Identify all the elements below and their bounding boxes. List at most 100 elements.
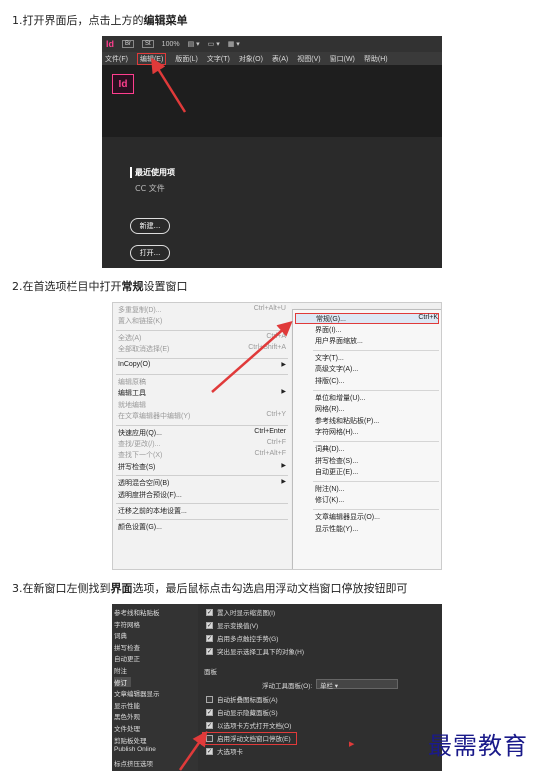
bridge-button[interactable]: Br — [122, 40, 134, 48]
preferences-menu-item[interactable]: 附注(N)... — [315, 484, 440, 495]
menu-object[interactable]: 对象(O) — [239, 54, 263, 64]
preferences-sidebar-item[interactable]: 黑色外观 — [114, 711, 140, 721]
checkbox-icon[interactable]: ✓ — [206, 647, 213, 655]
preferences-interface-screenshot: 参考线和粘贴板 字符网格 词典拼写检查 自动更正附注 修订 文章编辑器显示 显示性能 黑色外观… — [112, 604, 442, 771]
preferences-menu-item[interactable]: 拼写检查(S)... — [315, 456, 440, 467]
menu-type[interactable]: 文字(T) — [207, 54, 230, 64]
interface-option-checkbox[interactable]: ✓ 置入时显示缩览图(I) — [206, 607, 275, 617]
indesign-home-screenshot: Id Br St 100% ▤ ▾ ▭ ▾ ▦ ▾ 文件(F) 编辑(E) 版面… — [102, 36, 442, 268]
menu-window[interactable]: 窗口(W) — [330, 54, 355, 64]
preferences-menu-item[interactable]: 用户界面缩放... — [315, 336, 440, 347]
preferences-sidebar-item[interactable]: 剪贴板处理 — [114, 735, 147, 745]
preferences-menu-item[interactable]: 自动更正(E)... — [315, 467, 440, 478]
preferences-sidebar-item[interactable]: Publish Online — [114, 746, 156, 753]
edit-menu-item[interactable]: 快速应用(Q)... Ctrl+Enter — [118, 428, 286, 439]
checkbox-label: 启用多点触控手势(G) — [217, 636, 279, 643]
home-header-area — [102, 65, 442, 137]
menu-file[interactable]: 文件(F) — [105, 54, 128, 64]
interface-option-checkbox[interactable]: ✓ 突出显示选择工具下的对象(H) — [206, 646, 304, 656]
preferences-sidebar-item[interactable]: 参考线和粘贴板 — [114, 607, 160, 617]
step-1-caption: 1.打开界面后，点击上方的编辑菜单 — [12, 14, 188, 27]
edit-menu-item: 编辑原稿 — [118, 377, 286, 388]
menu-edit[interactable]: 编辑(E) — [136, 52, 167, 65]
preferences-general-item[interactable]: 常规(G)... Ctrl+K — [295, 313, 439, 324]
preferences-sidebar-item[interactable]: 词典 — [114, 630, 127, 640]
panel-option-checkbox[interactable]: 自动折叠图标面板(A) — [206, 694, 278, 704]
preferences-sidebar-item[interactable]: 附注 — [114, 665, 127, 675]
preferences-sidebar-item[interactable]: 拼写检查 — [114, 642, 140, 652]
menu-separator — [116, 329, 288, 331]
preferences-menu-item[interactable]: 文字(T)... — [315, 353, 440, 364]
checkbox-label: 自动显示隐藏面板(S) — [217, 710, 278, 717]
edit-menu-item[interactable]: 透明混合空间(B) ▶ — [118, 478, 286, 489]
preferences-menu-item[interactable]: 网格(R)... — [315, 404, 440, 415]
menu-item-label: 全部取消选择(E) — [118, 346, 170, 354]
preferences-sidebar-item[interactable]: 文件处理 — [114, 723, 140, 733]
floating-tool-panel-select[interactable]: 单栏 ▾ — [316, 679, 398, 690]
edit-menu-item: 查找下一个(X) Ctrl+Alt+F — [118, 450, 286, 461]
edit-menu-item[interactable]: 透明度拼合预设(F)... — [118, 490, 286, 501]
preferences-sidebar-item[interactable]: 文章编辑器显示 — [114, 688, 160, 698]
edit-menu-item[interactable]: 颜色设置(G)... — [118, 522, 286, 533]
preferences-menu-item[interactable]: 字符网格(H)... — [315, 427, 440, 438]
menu-item-label: 透明混合空间(B) — [118, 480, 170, 488]
checkbox-icon[interactable]: ✓ — [206, 621, 213, 629]
panel-option-checkbox[interactable]: ✓ 以选项卡方式打开文档(O) — [206, 720, 291, 730]
preferences-menu-item[interactable]: 修订(K)... — [315, 495, 440, 506]
checkbox-icon[interactable] — [206, 695, 213, 703]
preferences-menu-item[interactable]: 文章编辑器显示(O)... — [315, 512, 440, 523]
preferences-sidebar-item[interactable]: 修订 — [114, 676, 131, 687]
preferences-sidebar-item[interactable]: 字符网格 — [114, 619, 140, 629]
preferences-sidebar-item[interactable]: 自动更正 — [114, 653, 140, 663]
checkbox-icon[interactable]: ✓ — [206, 634, 213, 642]
menu-item-label: 颜色设置(G)... — [118, 524, 162, 532]
cc-files-label[interactable]: CC 文件 — [135, 183, 165, 194]
edit-menu-item[interactable]: 迁移之前的本地设置... — [118, 506, 286, 517]
open-button[interactable]: 打开... — [130, 245, 170, 261]
panel-option-checkbox[interactable]: ✓ 大选项卡 — [206, 746, 243, 756]
stock-button[interactable]: St — [142, 40, 154, 48]
preferences-menu-item[interactable]: 单位和增量(U)... — [315, 393, 440, 404]
submenu-arrow-icon: ▶ — [281, 361, 286, 368]
interface-option-checkbox[interactable]: ✓ 显示变换值(V) — [206, 620, 258, 630]
checkbox-icon[interactable]: ✓ — [206, 708, 213, 716]
panel-option-checkbox[interactable]: ✓ 自动显示隐藏面板(S) — [206, 707, 278, 717]
preferences-menu-item[interactable]: 词典(D)... — [315, 444, 440, 455]
edit-menu-item[interactable]: 编辑工具 ▶ — [118, 388, 286, 399]
menu-help[interactable]: 帮助(H) — [364, 54, 388, 64]
submenu-arrow-icon: ▶ — [281, 479, 286, 486]
submenu-arrow-icon: ▶ — [281, 462, 286, 469]
preferences-menu-item[interactable]: 参考线和粘贴板(P)... — [315, 416, 440, 427]
edit-menu-item[interactable]: InCopy(O) ▶ — [118, 361, 286, 372]
interface-option-checkbox[interactable]: ✓ 启用多点触控手势(G) — [206, 633, 278, 643]
arrange-icon[interactable]: ▦ ▾ — [228, 40, 240, 48]
checkbox-label: 以选项卡方式打开文档(O) — [217, 723, 292, 730]
menu-item-label: 拼写检查(S)... — [315, 457, 359, 465]
menu-item-shortcut: Ctrl+Enter — [254, 427, 286, 435]
edit-menu-item[interactable]: 拼写检查(S) ▶ — [118, 462, 286, 473]
edit-menu-item: 在文章编辑器中编辑(Y) Ctrl+Y — [118, 411, 286, 422]
recent-label[interactable]: 最近使用项 — [130, 167, 175, 178]
screen-mode-icon[interactable]: ▭ ▾ — [208, 40, 220, 48]
view-options-icon[interactable]: ▤ ▾ — [188, 40, 200, 48]
zoom-level[interactable]: 100% — [162, 41, 180, 48]
checkbox-label: 自动折叠图标面板(A) — [217, 697, 278, 704]
preferences-menu-item[interactable]: 显示性能(Y)... — [315, 524, 440, 535]
checkbox-icon[interactable]: ✓ — [206, 721, 213, 729]
preferences-sidebar-item[interactable]: 显示性能 — [114, 700, 140, 710]
checkbox-icon[interactable]: ✓ — [206, 747, 213, 755]
edit-menu: 多重复制(D)... Ctrl+Alt+U 置入和链接(K) 全选(A) Ctrl+A 全… — [113, 303, 291, 569]
menu-layout[interactable]: 版面(L) — [175, 54, 198, 64]
menu-item-label: 词典(D)... — [315, 446, 345, 453]
preferences-menu-item[interactable]: 高级文字(A)... — [315, 364, 440, 375]
preferences-menu-item[interactable]: 界面(I)... — [315, 325, 440, 336]
submenu-arrow-icon: ▶ — [281, 389, 286, 396]
preferences-menu-item[interactable]: 排版(C)... — [315, 376, 440, 387]
checkbox-icon[interactable]: ✓ — [206, 608, 213, 616]
menu-item-shortcut: Ctrl+K — [418, 314, 438, 321]
menu-item-label: 文字(T)... — [315, 354, 344, 362]
new-button[interactable]: 新建... — [130, 218, 170, 234]
menu-view[interactable]: 视图(V) — [297, 54, 320, 64]
preferences-sidebar-item[interactable]: 标点挤压选项 — [114, 758, 153, 768]
menu-table[interactable]: 表(A) — [272, 54, 288, 64]
